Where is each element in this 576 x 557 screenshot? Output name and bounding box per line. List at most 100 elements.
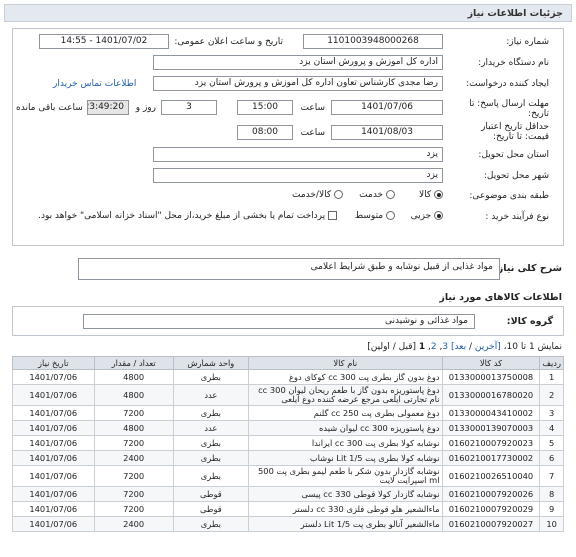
category-label: طبقه بندی موضوعی:	[469, 191, 549, 201]
col-quantity: تعداد / مقدار	[93, 356, 174, 370]
row-number-cell: 1	[539, 369, 564, 385]
table-row[interactable]: 2 0133000016780020 دوغ پاستوریزه بدون گاز …	[12, 384, 564, 406]
purchase-option-medium[interactable]: متوسط	[355, 211, 395, 221]
quantity-cell: 7200	[93, 405, 174, 421]
row-number-cell: 9	[539, 501, 564, 517]
buyer-label: نام دستگاه خریدار:	[478, 58, 549, 68]
items-section-title: اطلاعات کالاهای مورد نیاز	[439, 292, 562, 303]
days-remaining-field[interactable]: 3	[161, 100, 217, 115]
row-number-cell: 7	[539, 465, 564, 487]
province-field[interactable]: یزد	[153, 147, 443, 162]
page-title: جزئیات اطلاعات نیاز	[467, 8, 563, 19]
need-date-cell: 1401/07/06	[12, 501, 95, 517]
page-3-link[interactable]: 3	[442, 342, 448, 352]
table-header-row: ردیف کد کالا نام کالا واحد شمارش تعداد /…	[12, 356, 564, 370]
deadline-label: مهلت ارسال پاسخ: تا تاریخ:	[469, 99, 549, 119]
table-row[interactable]: 3 0133000043410002 دوغ معمولی بطری پت 250 …	[12, 405, 564, 421]
category-option-both[interactable]: کالا/خدمت	[292, 190, 343, 200]
category-option-goods[interactable]: کالا	[419, 190, 443, 200]
page-2-link[interactable]: 2	[431, 342, 437, 352]
col-item-name: نام کالا	[248, 356, 443, 370]
quantity-cell: 2400	[93, 516, 174, 532]
radio-icon[interactable]	[386, 211, 395, 220]
table-row[interactable]: 10 0160210007920027 ماءالشعیر آنالو بطری پ…	[12, 516, 564, 532]
validity-time-label: ساعت	[300, 128, 326, 138]
need-date-cell: 1401/07/06	[12, 486, 95, 502]
radio-icon[interactable]	[334, 190, 343, 199]
validity-time-field[interactable]: 08:00	[237, 125, 293, 140]
deadline-date-field[interactable]: 1401/07/06	[331, 100, 443, 115]
item-code-cell: 0160210007920029	[441, 501, 541, 517]
validity-label: حداقل تاریخ اعتبار قیمت: تا تاریخ:	[481, 122, 549, 142]
item-code-cell: 0160210007920023	[441, 435, 541, 451]
unit-cell: بطری	[172, 369, 250, 385]
unit-cell: بطری	[172, 405, 250, 421]
goods-group-field[interactable]: مواد غذائی و نوشیدنی	[83, 314, 475, 329]
item-code-cell: 0133000016780020	[441, 384, 541, 406]
row-number-cell: 4	[539, 420, 564, 436]
item-name-cell: نوشابه گازدار کولا قوطی 330 cc پیسی	[248, 486, 443, 502]
category-option-service[interactable]: خدمت	[359, 190, 395, 200]
item-code-cell: 0160210007920027	[441, 516, 541, 532]
item-name-cell: نوشابه کولا بطری پت 300 cc ایراندا	[248, 435, 443, 451]
col-item-code: کد کالا	[441, 356, 541, 370]
table-row[interactable]: 7 0160210026510040 نوشابه گازدار بدون شکر …	[12, 465, 564, 487]
need-details-panel: شماره نیاز: 1101003948000268 تاریخ و ساع…	[12, 28, 564, 246]
need-date-cell: 1401/07/06	[12, 384, 95, 406]
row-number-cell: 8	[539, 486, 564, 502]
quantity-cell: 4800	[93, 420, 174, 436]
radio-icon[interactable]	[434, 190, 443, 199]
description-label: شرح کلی نیاز:	[493, 263, 562, 274]
unit-cell: بطری	[172, 516, 250, 532]
time-remaining-field: 23:49:20	[87, 100, 129, 115]
need-date-cell: 1401/07/06	[12, 465, 95, 487]
row-number-cell: 10	[539, 516, 564, 532]
item-name-cell: نوشابه گازدار بدون شکر با طعم لیمو بطری …	[248, 465, 443, 487]
table-row[interactable]: 4 0133000139070003 دوغ پاستوریزه 300 cc لی…	[12, 420, 564, 436]
buyer-contact-link[interactable]: اطلاعات تماس خریدار	[53, 79, 136, 89]
radio-icon[interactable]	[386, 190, 395, 199]
unit-cell: عدد	[172, 384, 250, 406]
col-need-date: تاریخ نیاز	[12, 356, 95, 370]
city-label: شهر محل تحویل:	[483, 171, 549, 181]
page-next-link[interactable]: بعد]	[451, 342, 466, 352]
city-field[interactable]: یزد	[153, 168, 443, 183]
item-code-cell: 0133000043410002	[441, 405, 541, 421]
page-last-link[interactable]: [آخرین	[475, 342, 501, 352]
deadline-time-label: ساعت	[300, 103, 326, 113]
need-date-cell: 1401/07/06	[12, 420, 95, 436]
announce-field[interactable]: 1401/07/02 - 14:55	[39, 34, 169, 49]
item-code-cell: 0133000139070003	[441, 420, 541, 436]
item-name-cell: دوغ بدون گاز بطری پت 300 cc کوکای دوغ	[248, 369, 443, 385]
deadline-time-field[interactable]: 15:00	[237, 100, 293, 115]
creator-field[interactable]: رضا مجدی کارشناس تعاون اداره کل اموزش و …	[153, 76, 443, 91]
table-row[interactable]: 8 0160210007920026 نوشابه گازدار کولا قوطی…	[12, 486, 564, 502]
page-header: جزئیات اطلاعات نیاز	[4, 4, 572, 22]
buyer-field[interactable]: اداره کل اموزش و پرورش استان یزد	[153, 55, 443, 70]
checkbox-icon[interactable]	[328, 211, 337, 220]
row-number-cell: 6	[539, 450, 564, 466]
radio-icon[interactable]	[434, 211, 443, 220]
item-code-cell: 0160210026510040	[441, 465, 541, 487]
need-number-field[interactable]: 1101003948000268	[303, 34, 443, 49]
description-field[interactable]: مواد غذایی از قبیل نوشابه و طبق شرایط اع…	[78, 258, 500, 280]
item-name-cell: دوغ پاستوریزه 300 cc لیوان شیده	[248, 420, 443, 436]
validity-date-field[interactable]: 1401/08/03	[331, 125, 443, 140]
quantity-cell: 7200	[93, 486, 174, 502]
item-name-cell: دوغ پاستوریزه بدون گاز با طعم ریحان لیوا…	[248, 384, 443, 406]
table-row[interactable]: 6 0160210017730002 نوشابه کولا بطری پت Lit…	[12, 450, 564, 466]
table-row[interactable]: 5 0160210007920023 نوشابه کولا بطری پت 300…	[12, 435, 564, 451]
goods-table: ردیف کد کالا نام کالا واحد شمارش تعداد /…	[12, 356, 564, 532]
item-code-cell: 0133000013750008	[441, 369, 541, 385]
treasury-payment-option[interactable]: پرداخت تمام یا بخشی از مبلغ خرید،از محل …	[38, 211, 337, 221]
goods-group-label: گروه کالا:	[506, 316, 553, 327]
unit-cell: بطری	[172, 465, 250, 487]
need-date-cell: 1401/07/06	[12, 516, 95, 532]
pagination: نمایش 1 تا 10، [آخرین / بعد] 3, 2, 1 [قب…	[367, 342, 562, 352]
item-name-cell: نوشابه کولا بطری پت Lit 1/5 نوشاب	[248, 450, 443, 466]
table-row[interactable]: 1 0133000013750008 دوغ بدون گاز بطری پت 30…	[12, 369, 564, 385]
purchase-option-minor[interactable]: جزیی	[411, 211, 443, 221]
days-suffix: روز و	[135, 103, 156, 113]
table-row[interactable]: 9 0160210007920029 ماءالشعیر هلو قوطی فلزی…	[12, 501, 564, 517]
item-name-cell: ماءالشعیر آنالو بطری پت Lit 1/5 دلستر	[248, 516, 443, 532]
